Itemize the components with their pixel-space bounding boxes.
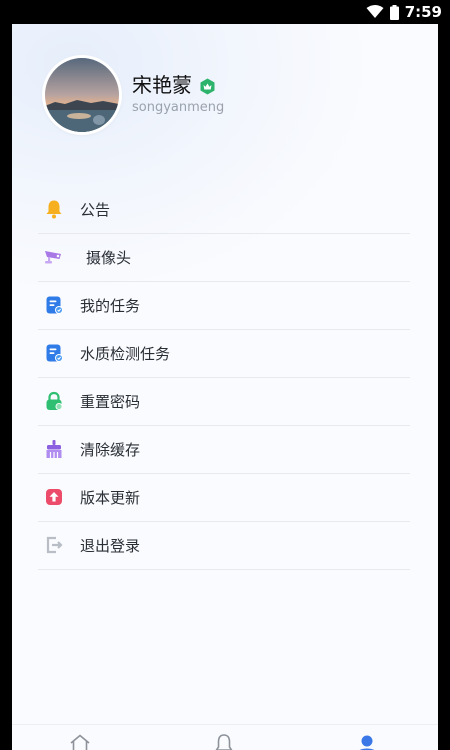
menu-item-label: 公告 <box>80 201 111 219</box>
menu-item-logout[interactable]: 退出登录 <box>38 522 410 570</box>
wifi-icon <box>366 5 384 18</box>
menu-item-clear-cache[interactable]: 清除缓存 <box>38 426 410 474</box>
profile-icon[interactable] <box>355 733 379 750</box>
menu-item-label: 重置密码 <box>80 393 141 411</box>
avatar[interactable] <box>45 58 119 132</box>
avatar-photo <box>45 58 119 132</box>
bottom-tab-bar <box>12 724 438 750</box>
status-bar: 7:59 <box>0 0 450 24</box>
camera-icon <box>45 251 61 264</box>
user-handle: songyanmeng <box>132 100 225 115</box>
logout-icon <box>46 536 63 554</box>
status-time: 7:59 <box>404 3 442 21</box>
bell-icon <box>46 200 62 219</box>
menu-item-label: 退出登录 <box>80 537 141 555</box>
menu-item-water-quality-tasks[interactable]: 水质检测任务 <box>38 330 410 378</box>
menu-item-reset-password[interactable]: 重置密码 <box>38 378 410 426</box>
user-name: 宋艳蒙 <box>132 73 192 97</box>
profile-screen: 宋艳蒙 songyanmeng 公告 摄像头 我的任务 水质检测任务 重置密码 … <box>12 24 438 750</box>
verified-badge-icon <box>200 78 215 95</box>
bell-outline-icon[interactable] <box>212 733 236 750</box>
menu-item-announcement[interactable]: 公告 <box>38 186 410 234</box>
menu-item-label: 水质检测任务 <box>80 345 171 363</box>
water-task-icon <box>46 344 63 362</box>
battery-icon <box>389 4 399 20</box>
lock-icon <box>46 391 63 410</box>
menu-item-camera[interactable]: 摄像头 <box>38 234 410 282</box>
menu-item-label: 我的任务 <box>80 297 141 315</box>
menu-item-label: 清除缓存 <box>80 441 141 459</box>
menu-item-label: 摄像头 <box>86 249 132 267</box>
menu-item-my-tasks[interactable]: 我的任务 <box>38 282 410 330</box>
status-icons: 7:59 <box>366 0 442 24</box>
brush-icon <box>46 440 62 458</box>
task-icon <box>46 296 63 314</box>
settings-menu: 公告 摄像头 我的任务 水质检测任务 重置密码 清除缓存 版本更新 退出登录 <box>38 186 410 570</box>
menu-item-label: 版本更新 <box>80 489 141 507</box>
update-icon <box>46 489 62 505</box>
menu-item-version-update[interactable]: 版本更新 <box>38 474 410 522</box>
home-icon[interactable] <box>68 733 92 750</box>
